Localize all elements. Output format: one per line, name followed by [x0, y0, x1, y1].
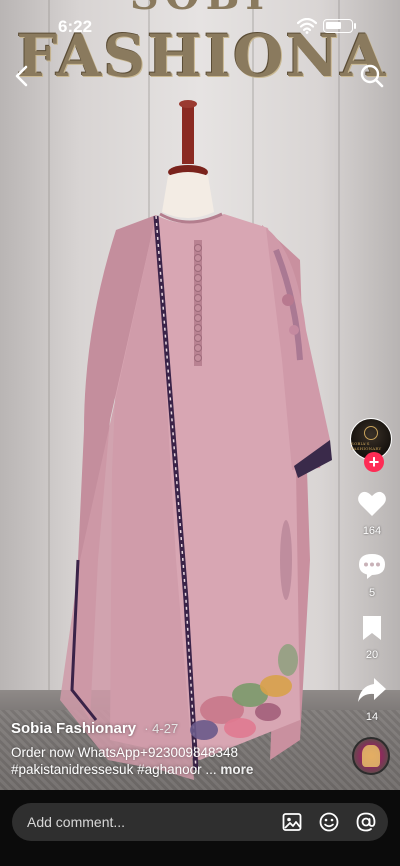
- status-time: 6:22: [58, 17, 93, 36]
- share-count: 14: [365, 711, 379, 723]
- save-button[interactable]: 20: [346, 614, 398, 661]
- more-link[interactable]: more: [220, 762, 253, 777]
- caption: Sobia Fashionary · 4-27 Order now WhatsA…: [11, 720, 341, 778]
- comment-bar: Add comment...: [0, 790, 400, 866]
- author-line: Sobia Fashionary · 4-27: [11, 720, 341, 738]
- bookmark-icon[interactable]: [360, 614, 384, 642]
- battery-tip: [354, 23, 356, 29]
- like-button[interactable]: 164: [346, 490, 398, 537]
- comment-icon[interactable]: [357, 552, 387, 580]
- caption-line-2: #pakistanidressesuk #aghanoor ... more: [11, 761, 341, 778]
- back-icon[interactable]: [8, 62, 36, 90]
- avatar-logo-icon: [364, 425, 378, 440]
- author-name[interactable]: Sobia Fashionary: [11, 720, 136, 737]
- video-frame[interactable]: SOBI FASHIONA: [0, 0, 400, 790]
- wifi-icon: [297, 18, 317, 34]
- comment-count: 5: [368, 587, 376, 599]
- post-date: · 4-27: [144, 721, 179, 736]
- avatar-text: SOBIA'S FASHIONARY: [351, 440, 382, 451]
- creator-avatar-button[interactable]: SOBIA'S FASHIONARY +: [350, 418, 394, 474]
- music-disc-art: [362, 745, 380, 767]
- search-icon[interactable]: [358, 62, 386, 90]
- emoji-icon[interactable]: [318, 811, 340, 833]
- dress-on-mannequin: [60, 100, 332, 780]
- battery-icon: [323, 19, 353, 33]
- caption-line-1: Order now WhatsApp+923009848348: [11, 745, 239, 760]
- status-bar: 6:22: [0, 0, 400, 52]
- caption-hashtags[interactable]: #pakistanidressesuk #aghanoor ...: [11, 762, 217, 777]
- music-disc[interactable]: [352, 737, 390, 775]
- save-count: 20: [365, 649, 379, 661]
- caption-text[interactable]: Order now WhatsApp+923009848348 #pakista…: [11, 744, 341, 778]
- follow-button[interactable]: +: [364, 452, 384, 472]
- heart-icon[interactable]: [357, 490, 387, 518]
- like-count: 164: [362, 525, 382, 537]
- mannequin-stand: [182, 104, 194, 164]
- comment-placeholder: Add comment...: [27, 814, 126, 830]
- comment-button[interactable]: 5: [346, 552, 398, 599]
- mention-icon[interactable]: [355, 811, 377, 833]
- comment-input[interactable]: Add comment...: [12, 803, 388, 841]
- share-icon[interactable]: [357, 676, 387, 704]
- share-button[interactable]: 14: [346, 676, 398, 723]
- image-icon[interactable]: [281, 811, 303, 833]
